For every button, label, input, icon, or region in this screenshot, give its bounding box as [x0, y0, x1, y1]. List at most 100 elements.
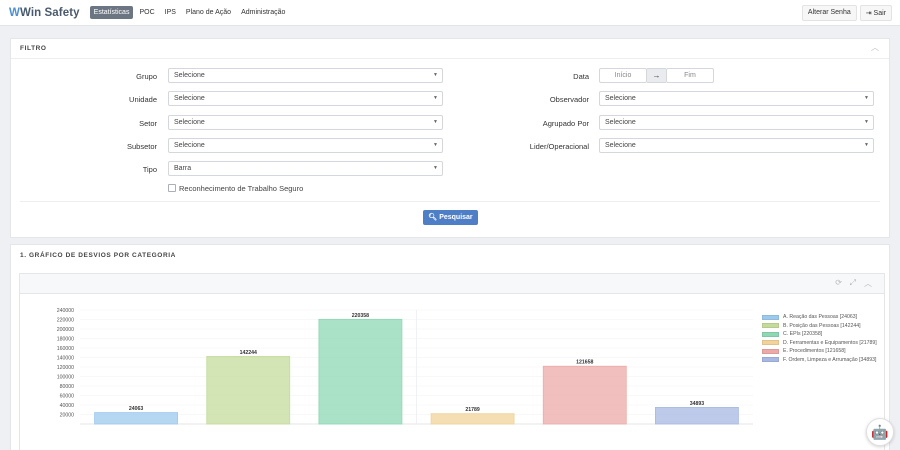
- brand-logo[interactable]: WWin Safety: [9, 7, 80, 19]
- legend-label: C. EPIs [220358]: [783, 331, 823, 338]
- y-tick-label: 240000: [57, 308, 74, 314]
- lider-value: Selecione: [605, 142, 636, 149]
- nav-plano-de-acao[interactable]: Plano de Ação: [182, 6, 235, 19]
- caret-down-icon: ▼: [864, 95, 869, 101]
- y-tick-label: 180000: [57, 337, 74, 343]
- filter-header-divider: [11, 58, 889, 59]
- nav-ips[interactable]: IPS: [161, 6, 180, 19]
- legend-label: E. Procedimentos [121658]: [783, 348, 846, 355]
- caret-down-icon: ▼: [864, 119, 869, 125]
- bar-value-label: 142244: [240, 350, 257, 356]
- search-icon: 🔍︎: [428, 214, 440, 221]
- caret-down-icon: ▼: [433, 165, 438, 171]
- brand-name: Win Safety: [19, 6, 80, 19]
- legend-swatch: [762, 323, 779, 329]
- unidade-select[interactable]: Selecione ▼: [168, 91, 443, 106]
- legend-item[interactable]: E. Procedimentos [121658]: [762, 348, 877, 354]
- help-assistant-button[interactable]: 🤖: [866, 418, 894, 446]
- legend-swatch: [762, 314, 779, 320]
- observador-select[interactable]: Selecione ▼: [599, 91, 874, 106]
- logout-label: Sair: [873, 10, 886, 17]
- legend-item[interactable]: B. Posição das Pessoas [142244]: [762, 323, 877, 329]
- y-tick-label: 200000: [57, 327, 74, 333]
- subsetor-value: Selecione: [174, 142, 205, 149]
- y-tick-label: 80000: [60, 384, 75, 390]
- bar-value-label: 34893: [690, 401, 705, 407]
- bar-value-label: 121658: [576, 360, 593, 366]
- chart-section-title: 1. GRÁFICO DE DESVIOS POR CATEGORIA: [20, 252, 176, 259]
- subsetor-label: Subsetor: [126, 142, 157, 151]
- bar-value-label: 21789: [465, 407, 480, 413]
- expand-icon[interactable]: ⤢: [850, 278, 856, 288]
- tipo-label: Tipo: [142, 165, 157, 174]
- legend-item[interactable]: D. Ferramentas e Equipamentos [21789]: [762, 340, 877, 346]
- logout-button[interactable]: ⇥ Sair: [859, 5, 892, 21]
- grupo-value: Selecione: [174, 72, 205, 79]
- main-nav: Estatísticas POC IPS Plano de Ação Admin…: [89, 6, 292, 19]
- y-tick-label: 220000: [57, 318, 74, 324]
- agrupado-select[interactable]: Selecione ▼: [599, 115, 874, 130]
- filter-title: FILTRO: [20, 45, 47, 52]
- robot-icon: 🤖: [871, 424, 889, 440]
- chart-bar[interactable]: [94, 412, 178, 425]
- tipo-select[interactable]: Barra ▼: [168, 161, 443, 176]
- subsetor-select[interactable]: Selecione ▼: [168, 138, 443, 153]
- caret-down-icon: ▼: [433, 72, 438, 78]
- y-tick-label: 120000: [57, 365, 74, 371]
- observador-label: Observador: [549, 95, 589, 104]
- chevron-up-icon[interactable]: ︿: [864, 278, 872, 289]
- chart-bar[interactable]: [206, 356, 291, 425]
- search-label: Pesquisar: [439, 214, 473, 221]
- date-end-input[interactable]: Fim: [666, 68, 714, 83]
- date-start-input[interactable]: Início: [599, 68, 647, 83]
- legend-item[interactable]: C. EPIs [220358]: [762, 331, 877, 337]
- change-password-button[interactable]: Alterar Senha: [801, 5, 857, 21]
- filter-divider: [20, 201, 880, 202]
- arrow-right-icon: →: [647, 68, 666, 83]
- tipo-value: Barra: [174, 165, 192, 172]
- legend-item[interactable]: F. Ordem, Limpeza e Arrumação [34893]: [762, 357, 877, 363]
- top-navbar: WWin Safety Estatísticas POC IPS Plano d…: [0, 0, 900, 26]
- y-tick-label: 40000: [60, 403, 75, 409]
- grupo-select[interactable]: Selecione ▼: [168, 68, 443, 83]
- nav-estatisticas[interactable]: Estatísticas: [89, 6, 134, 19]
- nav-poc[interactable]: POC: [135, 6, 158, 19]
- reconhecimento-checkbox[interactable]: [168, 184, 176, 192]
- lider-label: Lider/Operacional: [529, 142, 589, 151]
- caret-down-icon: ▼: [433, 119, 438, 125]
- filter-panel: FILTRO ︿ Grupo Selecione ▼ Unidade Seleci…: [10, 38, 890, 238]
- legend-item[interactable]: A. Reação das Pessoas [24063]: [762, 314, 877, 320]
- chevron-up-icon[interactable]: ︿: [871, 42, 879, 53]
- bar-value-label: 220358: [352, 313, 369, 319]
- legend-swatch: [762, 357, 779, 363]
- setor-value: Selecione: [174, 119, 205, 126]
- chart-bar[interactable]: [430, 413, 515, 425]
- y-tick-label: 20000: [60, 413, 75, 419]
- reconhecimento-label: Reconhecimento de Trabalho Seguro: [179, 184, 304, 193]
- agrupado-value: Selecione: [605, 119, 636, 126]
- search-button[interactable]: 🔍︎ Pesquisar: [423, 210, 478, 225]
- observador-value: Selecione: [605, 95, 636, 102]
- w-logo-icon: W: [9, 6, 20, 19]
- setor-select[interactable]: Selecione ▼: [168, 115, 443, 130]
- chart-bar[interactable]: [542, 365, 627, 425]
- chart-bar[interactable]: [318, 318, 403, 425]
- agrupado-label: Agrupado Por: [542, 119, 589, 128]
- user-actions: Alterar Senha ⇥ Sair: [799, 5, 892, 21]
- chart-bar[interactable]: [655, 407, 739, 425]
- chart-section: 1. GRÁFICO DE DESVIOS POR CATEGORIA ⟳ ⤢ …: [10, 244, 890, 450]
- setor-label: Setor: [139, 119, 157, 128]
- nav-administracao[interactable]: Administração: [237, 6, 289, 19]
- y-tick-label: 100000: [57, 375, 74, 381]
- caret-down-icon: ▼: [433, 95, 438, 101]
- legend-swatch: [762, 331, 779, 337]
- legend-label: B. Posição das Pessoas [142244]: [783, 322, 861, 329]
- lider-select[interactable]: Selecione ▼: [599, 138, 874, 153]
- y-tick-label: 140000: [57, 356, 74, 362]
- chart-box: ⟳ ⤢ ︿ 240000 220000 200000 180000 160000 1400…: [19, 273, 885, 450]
- y-tick-label: 160000: [57, 346, 74, 352]
- chart-legend: A. Reação das Pessoas [24063] B. Posição …: [762, 314, 877, 366]
- legend-label: F. Ordem, Limpeza e Arrumação [34893]: [783, 356, 877, 363]
- bar-chart: 240000 220000 200000 180000 160000 140000 1200…: [57, 308, 753, 425]
- refresh-icon[interactable]: ⟳: [835, 278, 842, 287]
